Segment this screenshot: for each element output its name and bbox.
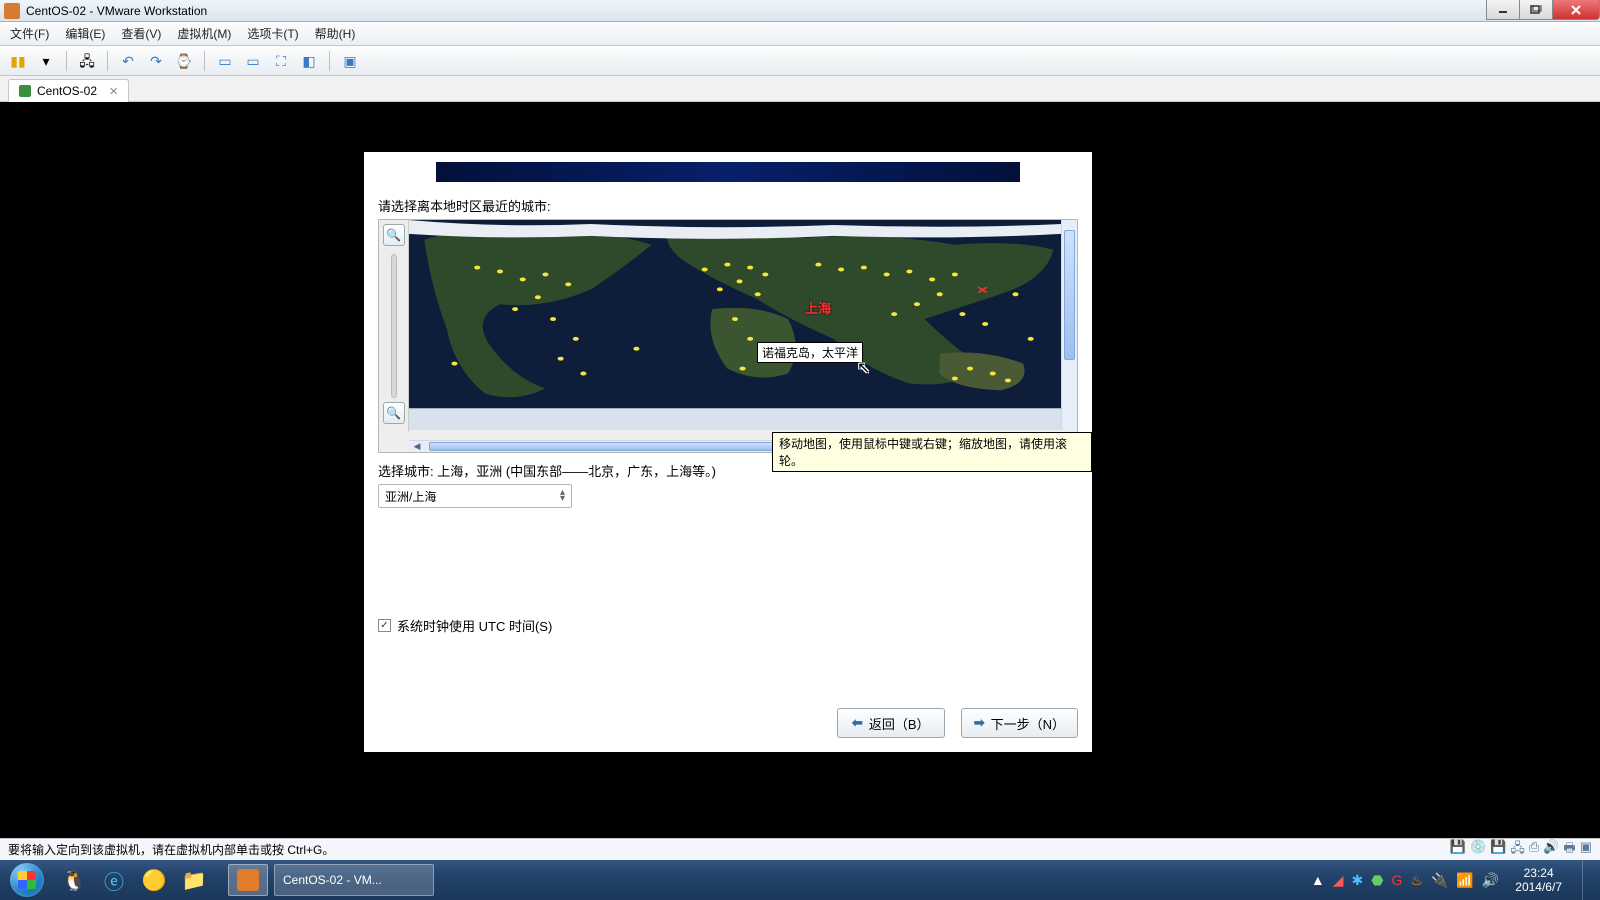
city-tooltip: 诺福克岛，太平洋 bbox=[757, 342, 863, 363]
console-view-button[interactable]: ▣ bbox=[338, 50, 362, 72]
sound-icon[interactable]: 🔊 bbox=[1543, 839, 1559, 861]
menu-vm[interactable]: 虚拟机(M) bbox=[177, 25, 231, 42]
pause-button[interactable]: ▮▮ bbox=[6, 50, 30, 72]
pinned-qq[interactable]: 🐧 bbox=[54, 864, 94, 896]
separator bbox=[107, 51, 108, 71]
zoom-in-button[interactable]: 🔍 bbox=[383, 224, 405, 246]
start-button[interactable] bbox=[0, 860, 54, 900]
map-vertical-scrollbar[interactable] bbox=[1061, 220, 1077, 430]
tray-g-icon[interactable]: G bbox=[1392, 872, 1403, 888]
arrow-right-icon: ➡ bbox=[974, 715, 985, 731]
tray-network-icon[interactable]: 📶 bbox=[1456, 872, 1473, 889]
window-titlebar: CentOS-02 - VMware Workstation bbox=[0, 0, 1600, 22]
app-icon bbox=[4, 3, 20, 19]
tray-volume-icon[interactable]: 🔊 bbox=[1482, 872, 1499, 889]
fullscreen-button[interactable]: ⛶ bbox=[269, 50, 293, 72]
timezone-map: 🔍 🔍 bbox=[378, 219, 1078, 453]
windows-taskbar: 🐧 ⓔ 🟡 📁 CentOS-02 - VM... ▲ ◢ ✱ ⬣ G ♨ 🔌 … bbox=[0, 860, 1600, 900]
unity-button[interactable]: ◧ bbox=[297, 50, 321, 72]
timezone-select[interactable]: 亚洲/上海 ▴▾ bbox=[378, 484, 572, 508]
tray-flag-icon[interactable]: ▲ bbox=[1311, 872, 1325, 888]
menu-edit[interactable]: 编辑(E) bbox=[65, 25, 105, 42]
checkbox-icon[interactable]: ✓ bbox=[378, 619, 391, 632]
svg-text:✕: ✕ bbox=[976, 284, 989, 296]
tray-shield-icon[interactable]: ⬣ bbox=[1371, 872, 1383, 889]
zoom-controls: 🔍 🔍 bbox=[379, 220, 409, 432]
utc-checkbox-row[interactable]: ✓ 系统时钟使用 UTC 时间(S) bbox=[378, 616, 1078, 635]
tray-bluetooth-icon[interactable]: ✱ bbox=[1352, 872, 1364, 889]
hdd-icon[interactable]: 💾 bbox=[1450, 839, 1466, 861]
timezone-prompt: 请选择离本地时区最近的城市: bbox=[378, 196, 1078, 215]
installer-panel: 请选择离本地时区最近的城市: 🔍 🔍 bbox=[364, 152, 1092, 752]
separator bbox=[66, 51, 67, 71]
vm-tab[interactable]: CentOS-02 ✕ bbox=[8, 79, 129, 102]
tabbar: CentOS-02 ✕ bbox=[0, 76, 1600, 102]
window-title: CentOS-02 - VMware Workstation bbox=[26, 4, 207, 18]
tab-close-icon[interactable]: ✕ bbox=[109, 85, 118, 98]
taskbar-active-item[interactable]: CentOS-02 - VM... bbox=[274, 864, 434, 896]
floppy-icon[interactable]: 💾 bbox=[1490, 839, 1506, 861]
tray-av-icon[interactable]: ♨ bbox=[1410, 872, 1423, 889]
installer-header bbox=[436, 162, 1020, 182]
dropdown-icon: ▴▾ bbox=[560, 490, 565, 502]
menu-file[interactable]: 文件(F) bbox=[10, 25, 49, 42]
vm-device-icons: 💾 💿 💾 🖧 ⎙ 🔊 🖶 ▣ bbox=[1450, 839, 1592, 861]
show-desktop-button[interactable] bbox=[1582, 860, 1596, 900]
arrow-left-icon: ⬅ bbox=[852, 715, 863, 731]
taskbar-vmware-icon[interactable] bbox=[228, 864, 268, 896]
tray-battery-icon[interactable]: 🔌 bbox=[1431, 872, 1448, 889]
network-icon[interactable]: 🖧 bbox=[1510, 839, 1525, 861]
devices-button[interactable]: 🖧 bbox=[75, 50, 99, 72]
printer-icon[interactable]: 🖶 bbox=[1563, 839, 1575, 861]
taskbar-item-label: CentOS-02 - VM... bbox=[283, 873, 382, 887]
cd-icon[interactable]: 💿 bbox=[1470, 839, 1486, 861]
snapshot-forward-button[interactable]: ↷ bbox=[144, 50, 168, 72]
separator bbox=[204, 51, 205, 71]
tray-clock[interactable]: 23:24 2014/6/7 bbox=[1507, 866, 1570, 894]
maximize-button[interactable] bbox=[1519, 0, 1553, 20]
tab-label: CentOS-02 bbox=[37, 84, 97, 98]
system-tray: ▲ ◢ ✱ ⬣ G ♨ 🔌 📶 🔊 23:24 2014/6/7 bbox=[1307, 860, 1600, 900]
toolbar-dropdown[interactable]: ▾ bbox=[34, 50, 58, 72]
menu-tabs[interactable]: 选项卡(T) bbox=[247, 25, 298, 42]
toolbar: ▮▮ ▾ 🖧 ↶ ↷ ⌚ ▭ ▭ ⛶ ◧ ▣ bbox=[0, 46, 1600, 76]
view-single-button[interactable]: ▭ bbox=[213, 50, 237, 72]
selected-city-marker: 上海 bbox=[805, 298, 831, 317]
clock-time: 23:24 bbox=[1515, 866, 1562, 880]
vm-display[interactable]: 请选择离本地时区最近的城市: 🔍 🔍 bbox=[0, 102, 1600, 838]
zoom-out-button[interactable]: 🔍 bbox=[383, 402, 405, 424]
world-map[interactable]: ✕ 上海 诺福克岛，太平洋 ↖ bbox=[409, 220, 1061, 430]
separator bbox=[329, 51, 330, 71]
clock-date: 2014/6/7 bbox=[1515, 880, 1562, 894]
timezone-value: 亚洲/上海 bbox=[385, 488, 436, 505]
map-hint-tooltip: 移动地图，使用鼠标中键或右键；缩放地图，请使用滚轮。 bbox=[772, 432, 1092, 472]
status-text: 要将输入定向到该虚拟机，请在虚拟机内部单击或按 Ctrl+G。 bbox=[8, 841, 334, 858]
display-icon[interactable]: ▣ bbox=[1580, 839, 1592, 861]
pinned-explorer[interactable]: 📁 bbox=[174, 864, 214, 896]
minimize-button[interactable] bbox=[1486, 0, 1520, 20]
pinned-chrome[interactable]: 🟡 bbox=[134, 864, 174, 896]
utc-label: 系统时钟使用 UTC 时间(S) bbox=[397, 616, 552, 635]
menubar: 文件(F) 编辑(E) 查看(V) 虚拟机(M) 选项卡(T) 帮助(H) bbox=[0, 22, 1600, 46]
pinned-ie[interactable]: ⓔ bbox=[94, 864, 134, 896]
menu-view[interactable]: 查看(V) bbox=[121, 25, 161, 42]
view-multi-button[interactable]: ▭ bbox=[241, 50, 265, 72]
snapshot-back-button[interactable]: ↶ bbox=[116, 50, 140, 72]
tray-action-icon[interactable]: ◢ bbox=[1333, 872, 1344, 889]
back-button[interactable]: ⬅ 返回（B） bbox=[837, 708, 945, 738]
vmware-statusbar: 要将输入定向到该虚拟机，请在虚拟机内部单击或按 Ctrl+G。 💾 💿 💾 🖧 … bbox=[0, 838, 1600, 860]
close-button[interactable] bbox=[1552, 0, 1600, 20]
snapshot-manager-button[interactable]: ⌚ bbox=[172, 50, 196, 72]
menu-help[interactable]: 帮助(H) bbox=[315, 25, 356, 42]
usb-icon[interactable]: ⎙ bbox=[1529, 839, 1539, 861]
vm-running-icon bbox=[19, 85, 31, 97]
next-button[interactable]: ➡ 下一步（N） bbox=[961, 708, 1078, 738]
zoom-slider[interactable] bbox=[391, 254, 397, 398]
